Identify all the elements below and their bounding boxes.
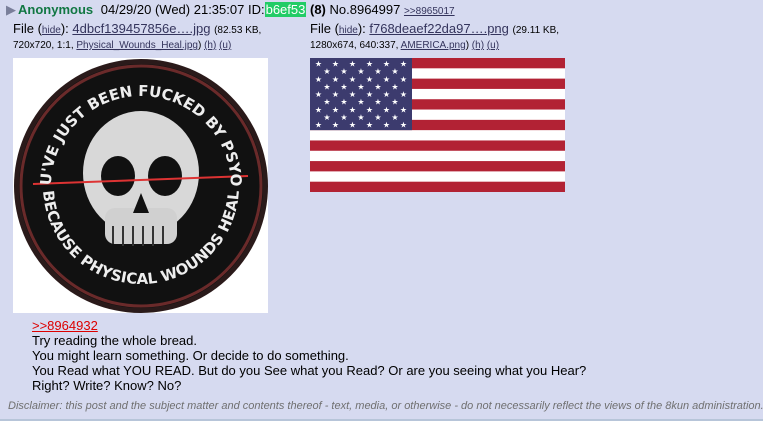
- file-u-link[interactable]: (u): [219, 40, 231, 51]
- file-info-1: File (hide): 4dbcf139457856e….jpg (82.53…: [13, 21, 262, 51]
- flag-star: ★: [383, 90, 390, 99]
- file-size: 82.53 KB,: [217, 25, 262, 36]
- flag-star: ★: [366, 60, 373, 69]
- flag-star: ★: [383, 121, 390, 130]
- flag-star: ★: [391, 113, 398, 122]
- file-label: File: [13, 21, 34, 36]
- flag-star: ★: [332, 105, 339, 114]
- flag-stripe: [310, 150, 565, 162]
- flag-star: ★: [366, 75, 373, 84]
- flag-star: ★: [349, 75, 356, 84]
- flag-star: ★: [340, 98, 347, 107]
- flag-star: ★: [340, 82, 347, 91]
- flag-star: ★: [374, 98, 381, 107]
- file-dims: 1280x674, 640:337,: [310, 40, 399, 51]
- file-h-link[interactable]: (h): [472, 40, 484, 51]
- flag-star: ★: [357, 67, 364, 76]
- flag-star: ★: [374, 113, 381, 122]
- file-name-link[interactable]: 4dbcf139457856e….jpg: [72, 21, 210, 36]
- post-number-link[interactable]: No.8964997: [330, 2, 401, 17]
- flag-stripe: [310, 171, 565, 182]
- post-arrow-icon[interactable]: ▶: [6, 2, 18, 17]
- post-body: >>8964932 Try reading the whole bread. Y…: [32, 318, 586, 393]
- flag-stripe: [310, 140, 565, 152]
- flag-star: ★: [383, 75, 390, 84]
- flag-star: ★: [315, 105, 322, 114]
- flag-star: ★: [323, 98, 330, 107]
- flag-star: ★: [340, 67, 347, 76]
- file-info-2: File (hide): f768deaef22da97….png (29.11…: [310, 21, 560, 51]
- file-dims: 720x720, 1:1,: [13, 40, 74, 51]
- flag-star: ★: [357, 82, 364, 91]
- flag-star: ★: [366, 105, 373, 114]
- skull-patch-image[interactable]: YOU'VE JUST BEEN FUCKED BY PSYOPS BECAUS…: [7, 44, 268, 313]
- flag-star: ★: [349, 60, 356, 69]
- id-label: ID:: [247, 2, 265, 17]
- body-line-2: You might learn something. Or decide to …: [32, 348, 349, 363]
- flag-star: ★: [349, 121, 356, 130]
- disclaimer-text: Disclaimer: this post and the subject ma…: [8, 400, 763, 412]
- us-flag-graphic: ★ ★ ★ ★ ★ ★★ ★ ★ ★ ★★ ★ ★ ★ ★ ★★ ★ ★ ★ ★★ ★ ★ ★ ★ ★★ ★ ★ ★ ★★ ★ ★ ★ ★ ★★…: [310, 58, 565, 193]
- flag-star: ★: [349, 105, 356, 114]
- flag-star: ★: [400, 105, 407, 114]
- flag-star: ★: [357, 98, 364, 107]
- flag-star: ★: [332, 90, 339, 99]
- flag-star: ★: [383, 105, 390, 114]
- original-filename-link[interactable]: Physical_Wounds_Heal.jpg: [76, 40, 198, 51]
- file-size: 29.11 KB,: [515, 25, 560, 36]
- flag-stripe: [310, 130, 565, 141]
- original-filename-link[interactable]: AMERICA.png: [401, 40, 466, 51]
- flag-star: ★: [374, 67, 381, 76]
- body-line-1: Try reading the whole bread.: [32, 333, 198, 348]
- flag-star: ★: [332, 75, 339, 84]
- file-meta-2: 1280x674, 640:337, AMERICA.png) (h) (u): [310, 40, 500, 51]
- file-u-link[interactable]: (u): [487, 40, 499, 51]
- flag-star: ★: [315, 60, 322, 69]
- flag-star: ★: [340, 113, 347, 122]
- quote-link[interactable]: >>8964932: [32, 318, 586, 333]
- flag-star: ★: [391, 82, 398, 91]
- flag-star: ★: [383, 60, 390, 69]
- flag-star: ★: [400, 90, 407, 99]
- post-header: ▶ Anonymous 04/29/20 (Wed) 21:35:07 ID:b6…: [6, 2, 455, 19]
- flag-star: ★: [357, 113, 364, 122]
- flag-stripe: [310, 161, 565, 172]
- flag-star: ★: [315, 90, 322, 99]
- america-flag-image[interactable]: ★ ★ ★ ★ ★ ★ ★ ★ ★ ★ ★ ★ ★ ★ ★ ★ ★ ★ ★ ★ ★ ★ ★ ★ ★ ★ ★ ★ ★ ★ ★ ★ ★ ★ ★ ★ ★ ★ ★ ★…: [310, 58, 565, 193]
- file-label: File: [310, 21, 331, 36]
- flag-star: ★: [332, 60, 339, 69]
- flag-star: ★: [366, 121, 373, 130]
- file-meta-1: 720x720, 1:1, Physical_Wounds_Heal.jpg) …: [13, 40, 232, 51]
- post-datetime: 04/29/20 (Wed) 21:35:07: [100, 2, 245, 17]
- file-name-link[interactable]: f768deaef22da97….png: [369, 21, 509, 36]
- flag-star: ★: [400, 60, 407, 69]
- flag-stripe: [310, 181, 565, 193]
- flag-star: ★: [349, 90, 356, 99]
- reply-backlink[interactable]: >>8965017: [404, 6, 455, 17]
- flag-star: ★: [400, 75, 407, 84]
- flag-star: ★: [315, 75, 322, 84]
- flag-star: ★: [332, 121, 339, 130]
- hide-file-link[interactable]: hide: [42, 25, 61, 36]
- flag-star: ★: [391, 98, 398, 107]
- flag-star: ★: [323, 82, 330, 91]
- flag-star: ★: [323, 67, 330, 76]
- flag-star: ★: [323, 113, 330, 122]
- flag-star: ★: [391, 67, 398, 76]
- body-line-4: Right? Write? Know? No?: [32, 378, 182, 393]
- poster-id-count: (8): [309, 2, 326, 17]
- skull-patch-graphic: YOU'VE JUST BEEN FUCKED BY PSYOPS BECAUS…: [7, 44, 268, 313]
- poster-name: Anonymous: [18, 2, 94, 17]
- hide-file-link[interactable]: hide: [339, 25, 358, 36]
- flag-star: ★: [374, 82, 381, 91]
- poster-id-badge[interactable]: b6ef53: [264, 2, 307, 17]
- flag-star: ★: [400, 121, 407, 130]
- flag-star: ★: [315, 121, 322, 130]
- body-line-3: You Read what YOU READ. But do you See w…: [32, 363, 587, 378]
- flag-star: ★: [366, 90, 373, 99]
- file-h-link[interactable]: (h): [204, 40, 216, 51]
